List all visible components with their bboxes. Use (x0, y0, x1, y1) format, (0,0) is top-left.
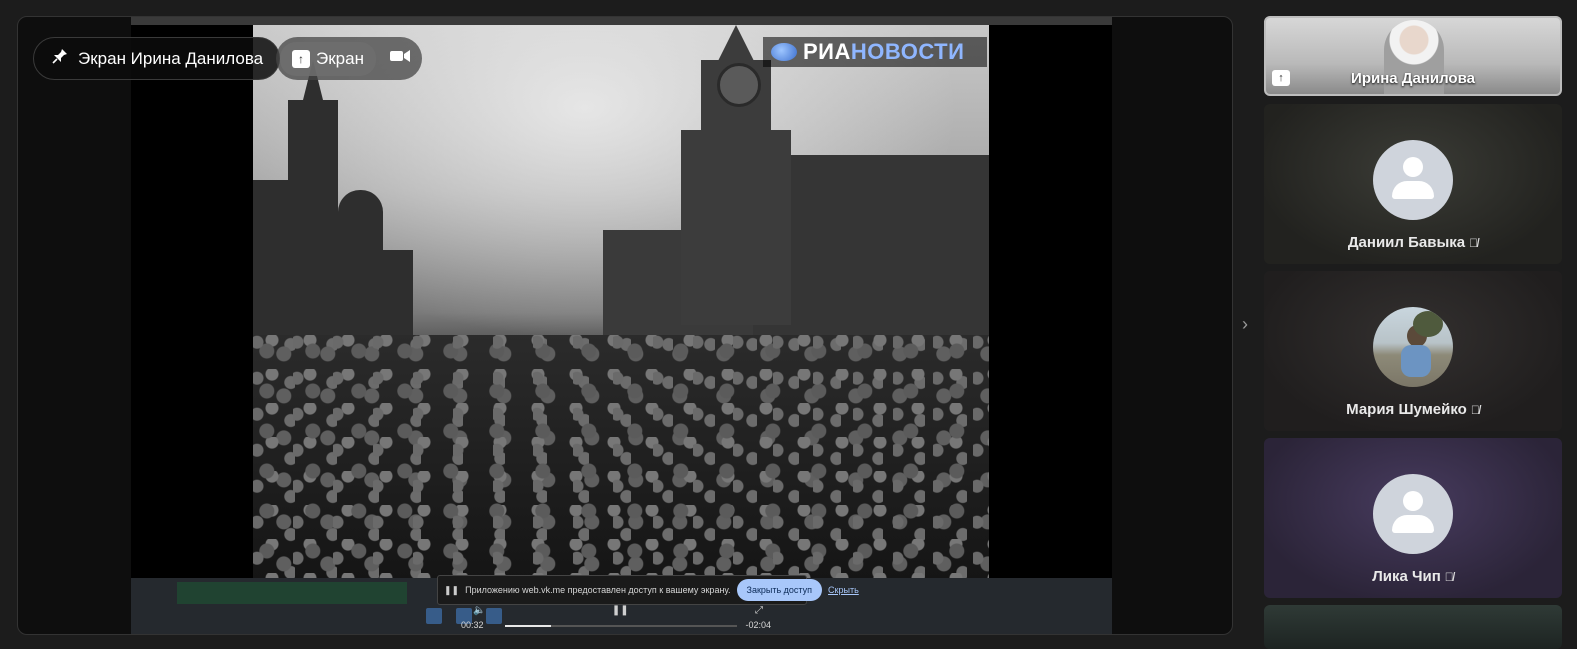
default-avatar-icon (1373, 474, 1453, 554)
pinned-screen-label[interactable]: Экран Ирина Данилова (33, 37, 281, 80)
screen-view-label: Экран (316, 48, 364, 68)
current-time: 00:32 (461, 620, 484, 630)
main-stage: РИА НОВОСТИ 🔈 ❚❚ ⤢ 00:32 -02:04 ❚❚ Прилож… (17, 16, 1233, 635)
chevron-right-icon[interactable]: › (1242, 314, 1248, 335)
remaining-time: -02:04 (745, 620, 771, 630)
screen-share-view[interactable]: РИА НОВОСТИ 🔈 ❚❚ ⤢ 00:32 -02:04 ❚❚ Прилож… (131, 25, 1112, 634)
camera-icon[interactable] (389, 49, 410, 68)
app-icon (426, 608, 442, 624)
mic-off-icon: 🎙̸ (1470, 402, 1480, 417)
participant-name-row: Даниил Бавыка 🎙̸ (1264, 234, 1562, 251)
player-buttons: 🔈 ❚❚ ⤢ (473, 605, 763, 619)
participant-name-row: Лика Чип 🎙̸ (1264, 568, 1562, 585)
screen-view-button[interactable]: ↑ Экран (280, 41, 376, 76)
participant-avatar-photo (1373, 307, 1453, 387)
fullscreen-icon[interactable]: ⤢ (755, 605, 763, 619)
share-notice-text: Приложению web.vk.me предоставлен доступ… (465, 585, 731, 595)
participant-tile[interactable]: Мария Шумейко 🎙̸ (1264, 271, 1562, 431)
screen-share-icon: ↑ (292, 49, 310, 68)
participant-tile[interactable] (1264, 605, 1562, 649)
pinned-label-text: Экран Ирина Данилова (78, 48, 264, 68)
participant-tile[interactable]: Лика Чип 🎙̸ (1264, 438, 1562, 598)
taskbar-notification-bar (177, 582, 407, 604)
ria-novosti-watermark: РИА НОВОСТИ (763, 37, 987, 67)
screen-share-notice: ❚❚ Приложению web.vk.me предоставлен дос… (437, 575, 859, 605)
shared-video[interactable]: РИА НОВОСТИ (253, 25, 989, 578)
pin-icon (52, 48, 68, 69)
video-player-controls[interactable]: 🔈 ❚❚ ⤢ 00:32 -02:04 (461, 603, 771, 634)
progress-fill (505, 625, 552, 627)
progress-bar[interactable] (505, 625, 737, 627)
volume-icon[interactable]: 🔈 (473, 605, 485, 619)
crowd (253, 335, 989, 578)
tower-clock (717, 63, 761, 107)
mic-off-icon: 🎙̸ (1469, 235, 1479, 250)
participant-name: Лика Чип (1372, 568, 1441, 585)
participant-name-row: Мария Шумейко 🎙̸ (1264, 401, 1562, 418)
watermark-text-ria: РИА (803, 39, 851, 64)
hide-notice-link[interactable]: Скрыть (828, 585, 859, 595)
watermark-text-novosti: НОВОСТИ (850, 39, 965, 64)
participant-tile[interactable]: Даниил Бавыка 🎙̸ (1264, 104, 1562, 264)
default-avatar-icon (1373, 140, 1453, 220)
pause-icon[interactable]: ❚❚ (612, 605, 629, 619)
participant-tile[interactable]: ↑ Ирина Данилова (1264, 16, 1562, 96)
globe-logo-icon (771, 43, 797, 61)
participant-name: Даниил Бавыка (1347, 234, 1466, 251)
pause-icon: ❚❚ (444, 584, 460, 595)
stop-sharing-button[interactable]: Закрыть доступ (736, 579, 823, 601)
participant-name: Ирина Данилова (1351, 70, 1475, 87)
participant-name: Мария Шумейко (1346, 401, 1467, 418)
shared-window-titlebar (131, 17, 1112, 25)
mic-off-icon: 🎙̸ (1444, 569, 1454, 584)
stage-view-controls: ↑ Экран (276, 37, 422, 80)
